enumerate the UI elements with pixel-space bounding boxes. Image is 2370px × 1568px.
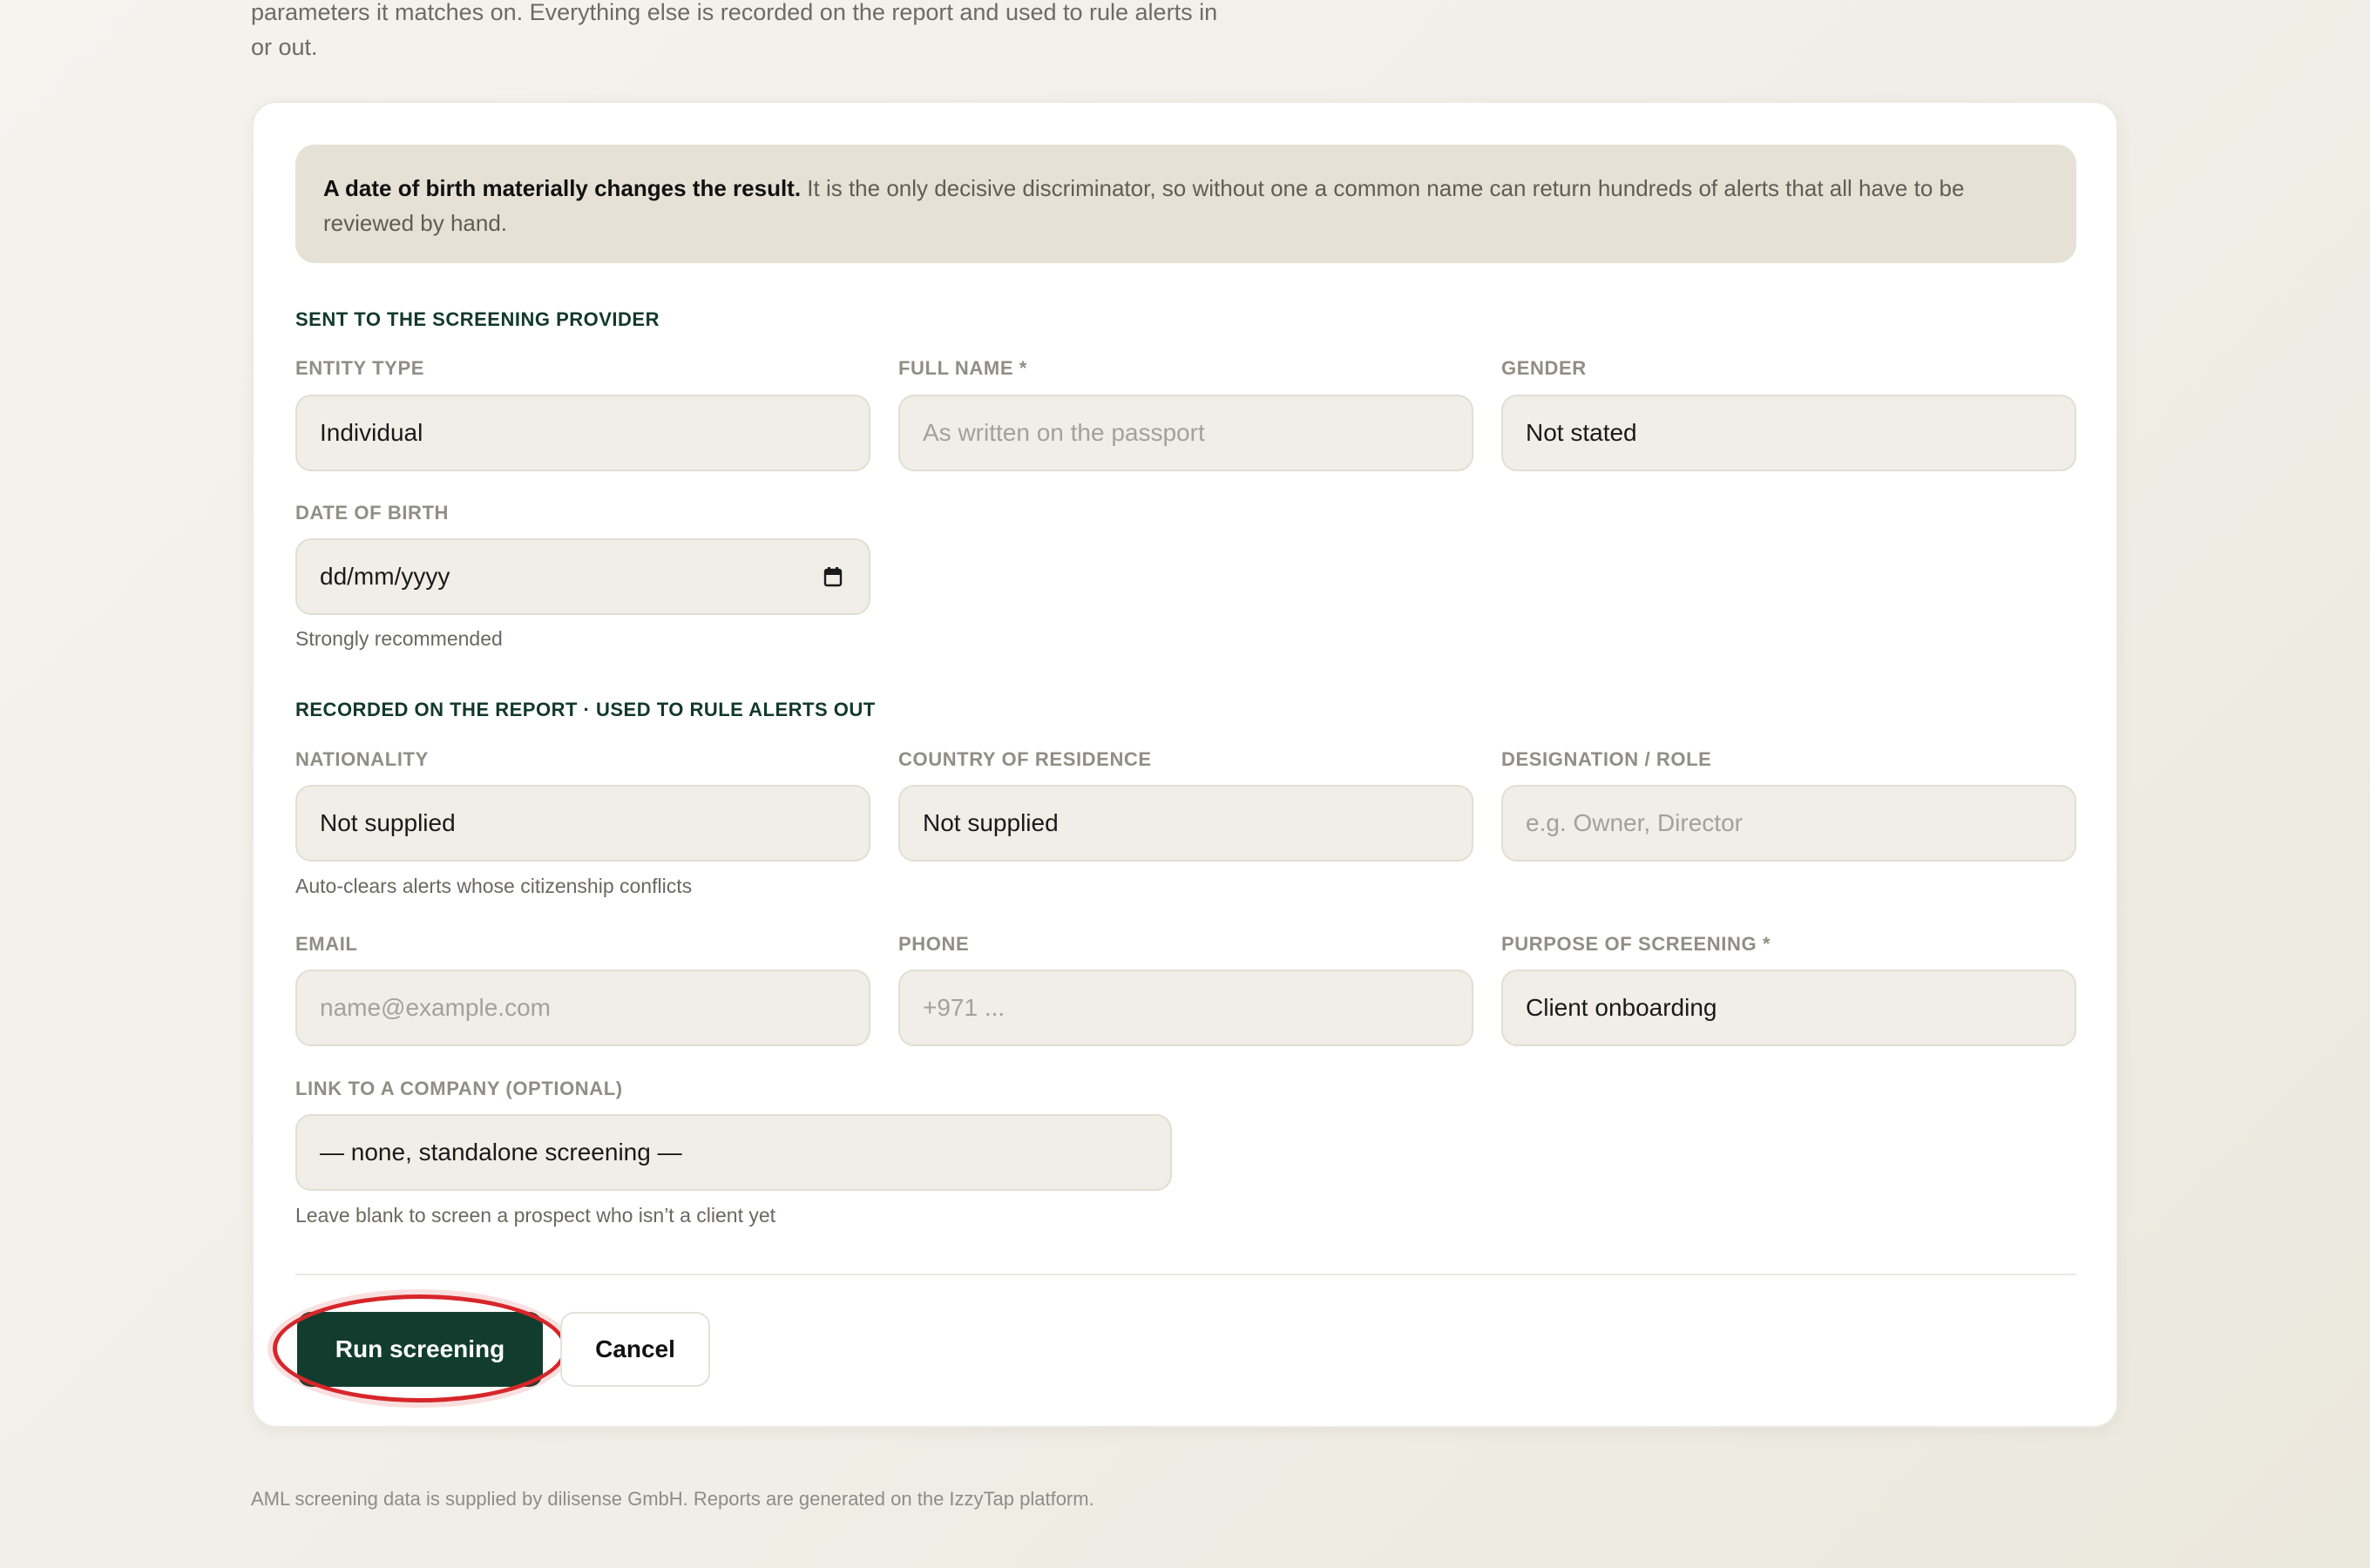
run-screening-button[interactable]: Run screening xyxy=(297,1312,543,1387)
dob-input[interactable]: dd/mm/yyyy xyxy=(295,538,870,615)
section-title-recorded: RECORDED ON THE REPORT · USED TO RULE AL… xyxy=(295,699,876,720)
company-label: LINK TO A COMPANY (OPTIONAL) xyxy=(295,1078,623,1099)
residence-select[interactable]: Not supplied xyxy=(898,785,1473,862)
nationality-hint: Auto-clears alerts whose citizenship con… xyxy=(295,875,693,897)
designation-label: DESIGNATION / ROLE xyxy=(1501,748,1712,770)
nationality-label: NATIONALITY xyxy=(295,748,429,770)
dob-hint: Strongly recommended xyxy=(295,627,503,650)
residence-label: COUNTRY OF RESIDENCE xyxy=(898,748,1152,770)
dob-label: DATE OF BIRTH xyxy=(295,502,450,524)
intro-text: parameters it matches on. Everything els… xyxy=(251,0,1218,60)
email-label: EMAIL xyxy=(295,933,358,955)
cancel-button[interactable]: Cancel xyxy=(560,1312,710,1387)
purpose-select[interactable]: Client onboarding xyxy=(1501,970,2076,1046)
designation-input[interactable]: e.g. Owner, Director xyxy=(1501,785,2076,862)
gender-label: GENDER xyxy=(1501,357,1587,379)
phone-input[interactable]: +971 ... xyxy=(898,970,1473,1046)
company-select[interactable]: — none, standalone screening — xyxy=(295,1114,1172,1191)
entity-type-select[interactable]: Individual xyxy=(295,395,870,471)
footer-text: AML screening data is supplied by dilise… xyxy=(251,1488,1094,1510)
company-hint: Leave blank to screen a prospect who isn… xyxy=(295,1204,776,1227)
form-divider xyxy=(295,1274,2076,1275)
screening-form-card: A date of birth materially changes the r… xyxy=(252,101,2118,1428)
section-title-sent: SENT TO THE SCREENING PROVIDER xyxy=(295,308,660,330)
nationality-select[interactable]: Not supplied xyxy=(295,785,870,862)
notice-bold: A date of birth materially changes the r… xyxy=(323,175,802,201)
full-name-label: FULL NAME * xyxy=(898,357,1027,379)
dob-notice: A date of birth materially changes the r… xyxy=(295,145,2076,263)
dob-value: dd/mm/yyyy xyxy=(320,563,450,590)
purpose-label: PURPOSE OF SCREENING * xyxy=(1501,933,1771,955)
full-name-input[interactable]: As written on the passport xyxy=(898,395,1473,471)
gender-select[interactable]: Not stated xyxy=(1501,395,2076,471)
phone-label: PHONE xyxy=(898,933,970,955)
entity-type-label: ENTITY TYPE xyxy=(295,357,424,379)
calendar-icon[interactable] xyxy=(823,566,843,587)
email-input[interactable]: name@example.com xyxy=(295,970,870,1046)
